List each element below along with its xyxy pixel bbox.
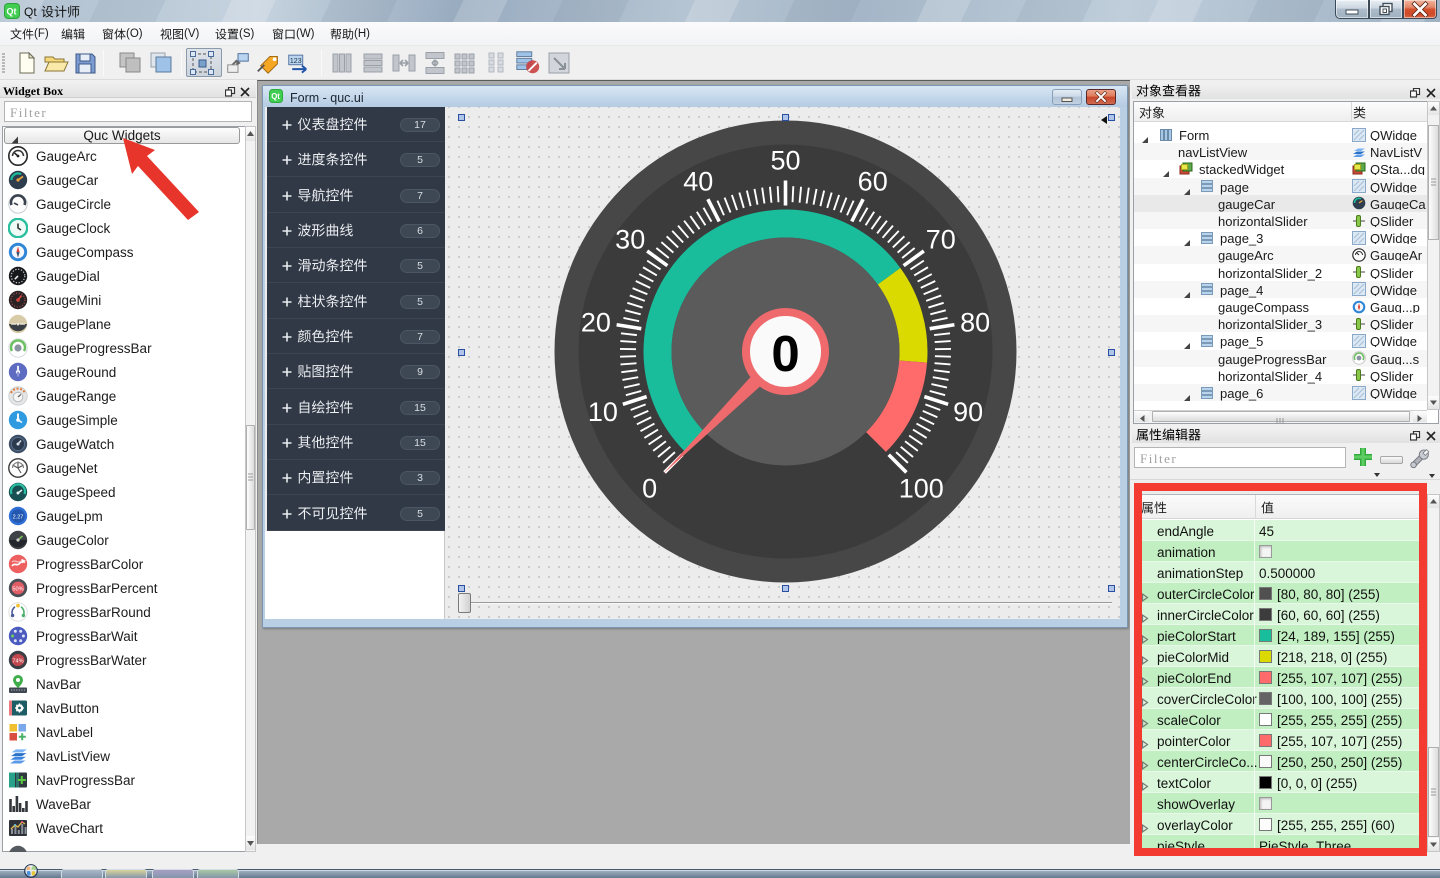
svg-text:74%: 74% <box>12 658 23 664</box>
svg-text:0: 0 <box>771 325 799 382</box>
svg-text:123: 123 <box>290 58 302 65</box>
svg-text:90: 90 <box>953 397 983 427</box>
svg-text:50%: 50% <box>12 586 23 592</box>
svg-text:2.27: 2.27 <box>13 515 24 521</box>
svg-text:0: 0 <box>642 473 657 503</box>
svg-text:50: 50 <box>770 146 800 176</box>
svg-text:20: 20 <box>581 308 611 338</box>
svg-text:40: 40 <box>683 166 713 196</box>
svg-text:100: 100 <box>899 473 944 503</box>
svg-text:Qt: Qt <box>271 92 280 101</box>
svg-text:30: 30 <box>615 225 645 255</box>
svg-text:60: 60 <box>858 166 888 196</box>
svg-text:80: 80 <box>960 308 990 338</box>
svg-text:70: 70 <box>926 225 956 255</box>
svg-text:10: 10 <box>588 397 618 427</box>
svg-text:Qt: Qt <box>7 7 17 17</box>
